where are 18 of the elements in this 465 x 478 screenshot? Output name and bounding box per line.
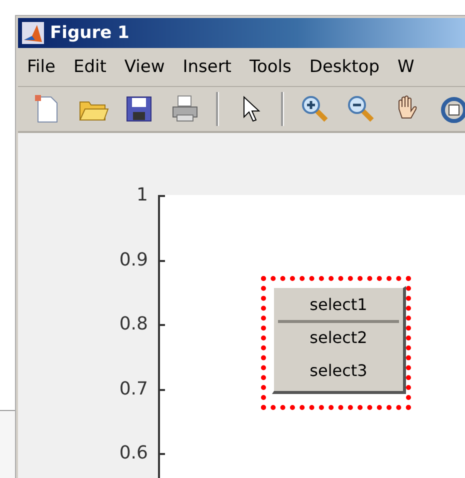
tick-label: 0.7 [118,378,148,399]
list-item[interactable]: select3 [278,356,399,389]
tick-label: 0.9 [118,249,148,270]
peak-logo-icon [22,22,44,44]
menu-item[interactable]: View [115,57,174,77]
menu-item[interactable]: Tools [240,57,300,77]
tick-label: 0.6 [118,442,148,464]
menu-item[interactable]: File [18,57,64,77]
list-item[interactable]: select1 [278,290,399,323]
menu-item[interactable]: Insert [174,57,240,77]
list-item[interactable]: select2 [278,323,399,356]
menu-item[interactable]: W [388,57,424,77]
window-title: Figure 1 [50,23,130,43]
listbox[interactable]: select1 select2 select3 [272,286,406,394]
tick-label: 1 [136,184,148,206]
menu-item[interactable]: Desktop [300,57,388,77]
menu-item[interactable]: Edit [64,57,116,77]
tick-label: 0.8 [118,314,148,334]
